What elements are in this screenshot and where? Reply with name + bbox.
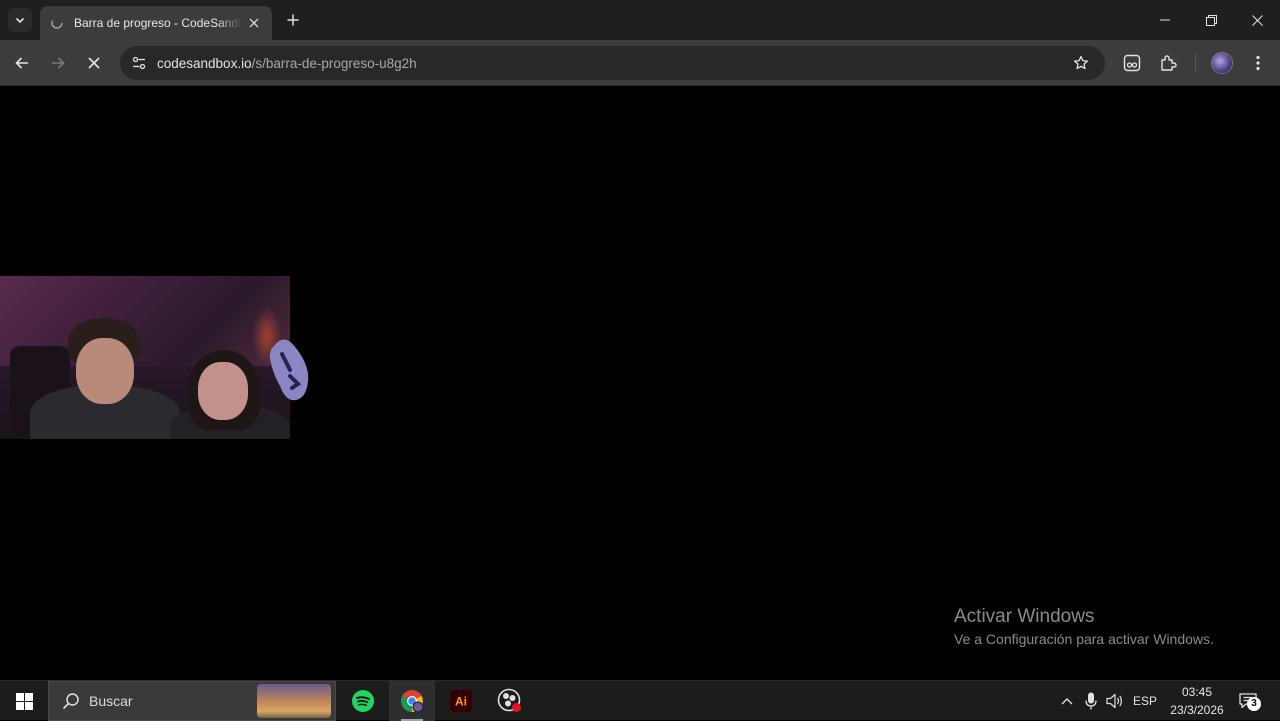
windows-logo-icon [15,692,33,710]
close-window-button[interactable] [1237,6,1277,34]
site-settings-icon[interactable] [122,46,156,80]
extension-icon[interactable] [1120,51,1144,75]
arrow-left-icon [15,57,28,69]
webcam-overlay [0,276,290,439]
search-placeholder: Buscar [89,693,133,709]
bookmark-star-icon[interactable] [1071,53,1091,73]
notification-count-badge: 3 [1247,697,1261,711]
tab-title: Barra de progreso - CodeSandbox [74,16,242,30]
taskbar-app-obs[interactable] [487,681,533,721]
chevron-down-icon [15,17,25,24]
taskbar-app-chrome[interactable] [389,681,435,721]
extensions-puzzle-icon[interactable] [1156,51,1180,75]
search-icon [61,691,81,711]
microphone-tray-icon[interactable] [1082,681,1100,721]
taskbar-search-box[interactable]: Buscar [48,681,336,721]
page-viewport: Activar Windows Ve a Configuración para … [0,87,1280,680]
close-icon [1251,14,1263,26]
loading-favicon-icon [50,16,64,30]
plus-icon [287,14,299,26]
stop-loading-button[interactable] [80,49,108,77]
taskbar-app-spotify[interactable] [340,681,386,721]
tab-active[interactable]: Barra de progreso - CodeSandbox [40,6,272,40]
illustrator-icon: Ai [450,690,472,712]
url-text: codesandbox.io/s/barra-de-progreso-u8g2h [157,56,417,71]
url-host: codesandbox.io [157,55,252,71]
more-menu-icon[interactable] [1246,51,1270,75]
arrow-right-icon [52,57,65,69]
obs-icon [497,688,521,712]
toolbar-divider [1195,54,1196,72]
restore-button[interactable] [1191,6,1231,34]
restore-icon [1205,14,1217,26]
taskbar-app-illustrator[interactable]: Ai [438,681,484,721]
new-tab-button[interactable] [282,9,304,31]
microphone-icon [1085,692,1097,710]
back-button[interactable] [8,49,36,77]
chevron-up-icon [1061,698,1073,705]
show-hidden-icons-button[interactable] [1058,681,1076,721]
close-icon [88,57,100,69]
minimize-icon [1160,19,1170,21]
forward-button[interactable] [44,49,72,77]
search-highlight-image [257,684,331,718]
logo-overlay-icon [269,339,309,401]
tab-search-button[interactable] [8,8,32,32]
chrome-icon [401,690,424,713]
start-button[interactable] [0,681,48,721]
speaker-icon [1106,693,1122,709]
spotify-icon [352,690,374,712]
language-indicator[interactable]: ESP [1130,681,1160,721]
url-path: /s/barra-de-progreso-u8g2h [251,55,417,71]
activation-title: Activar Windows [954,606,1095,627]
illustrator-label: Ai [455,695,467,709]
tab-strip: Barra de progreso - CodeSandbox [0,0,1280,40]
clock-time: 03:45 [1181,685,1213,699]
windows-taskbar: Buscar Ai ESP 03:45 23/3/2026 3 [0,680,1280,721]
volume-tray-icon[interactable] [1104,681,1126,721]
address-bar[interactable]: codesandbox.io/s/barra-de-progreso-u8g2h [120,46,1105,80]
windows-activation-watermark: Activar Windows Ve a Configuración para … [954,606,1214,647]
system-clock[interactable]: 03:45 23/3/2026 [1162,683,1232,719]
close-tab-icon[interactable] [244,13,264,33]
clock-date: 23/3/2026 [1170,703,1224,717]
browser-toolbar: codesandbox.io/s/barra-de-progreso-u8g2h [0,40,1280,86]
minimize-button[interactable] [1145,6,1185,34]
profile-avatar[interactable] [1211,52,1233,74]
activation-subtitle: Ve a Configuración para activar Windows. [954,631,1214,647]
